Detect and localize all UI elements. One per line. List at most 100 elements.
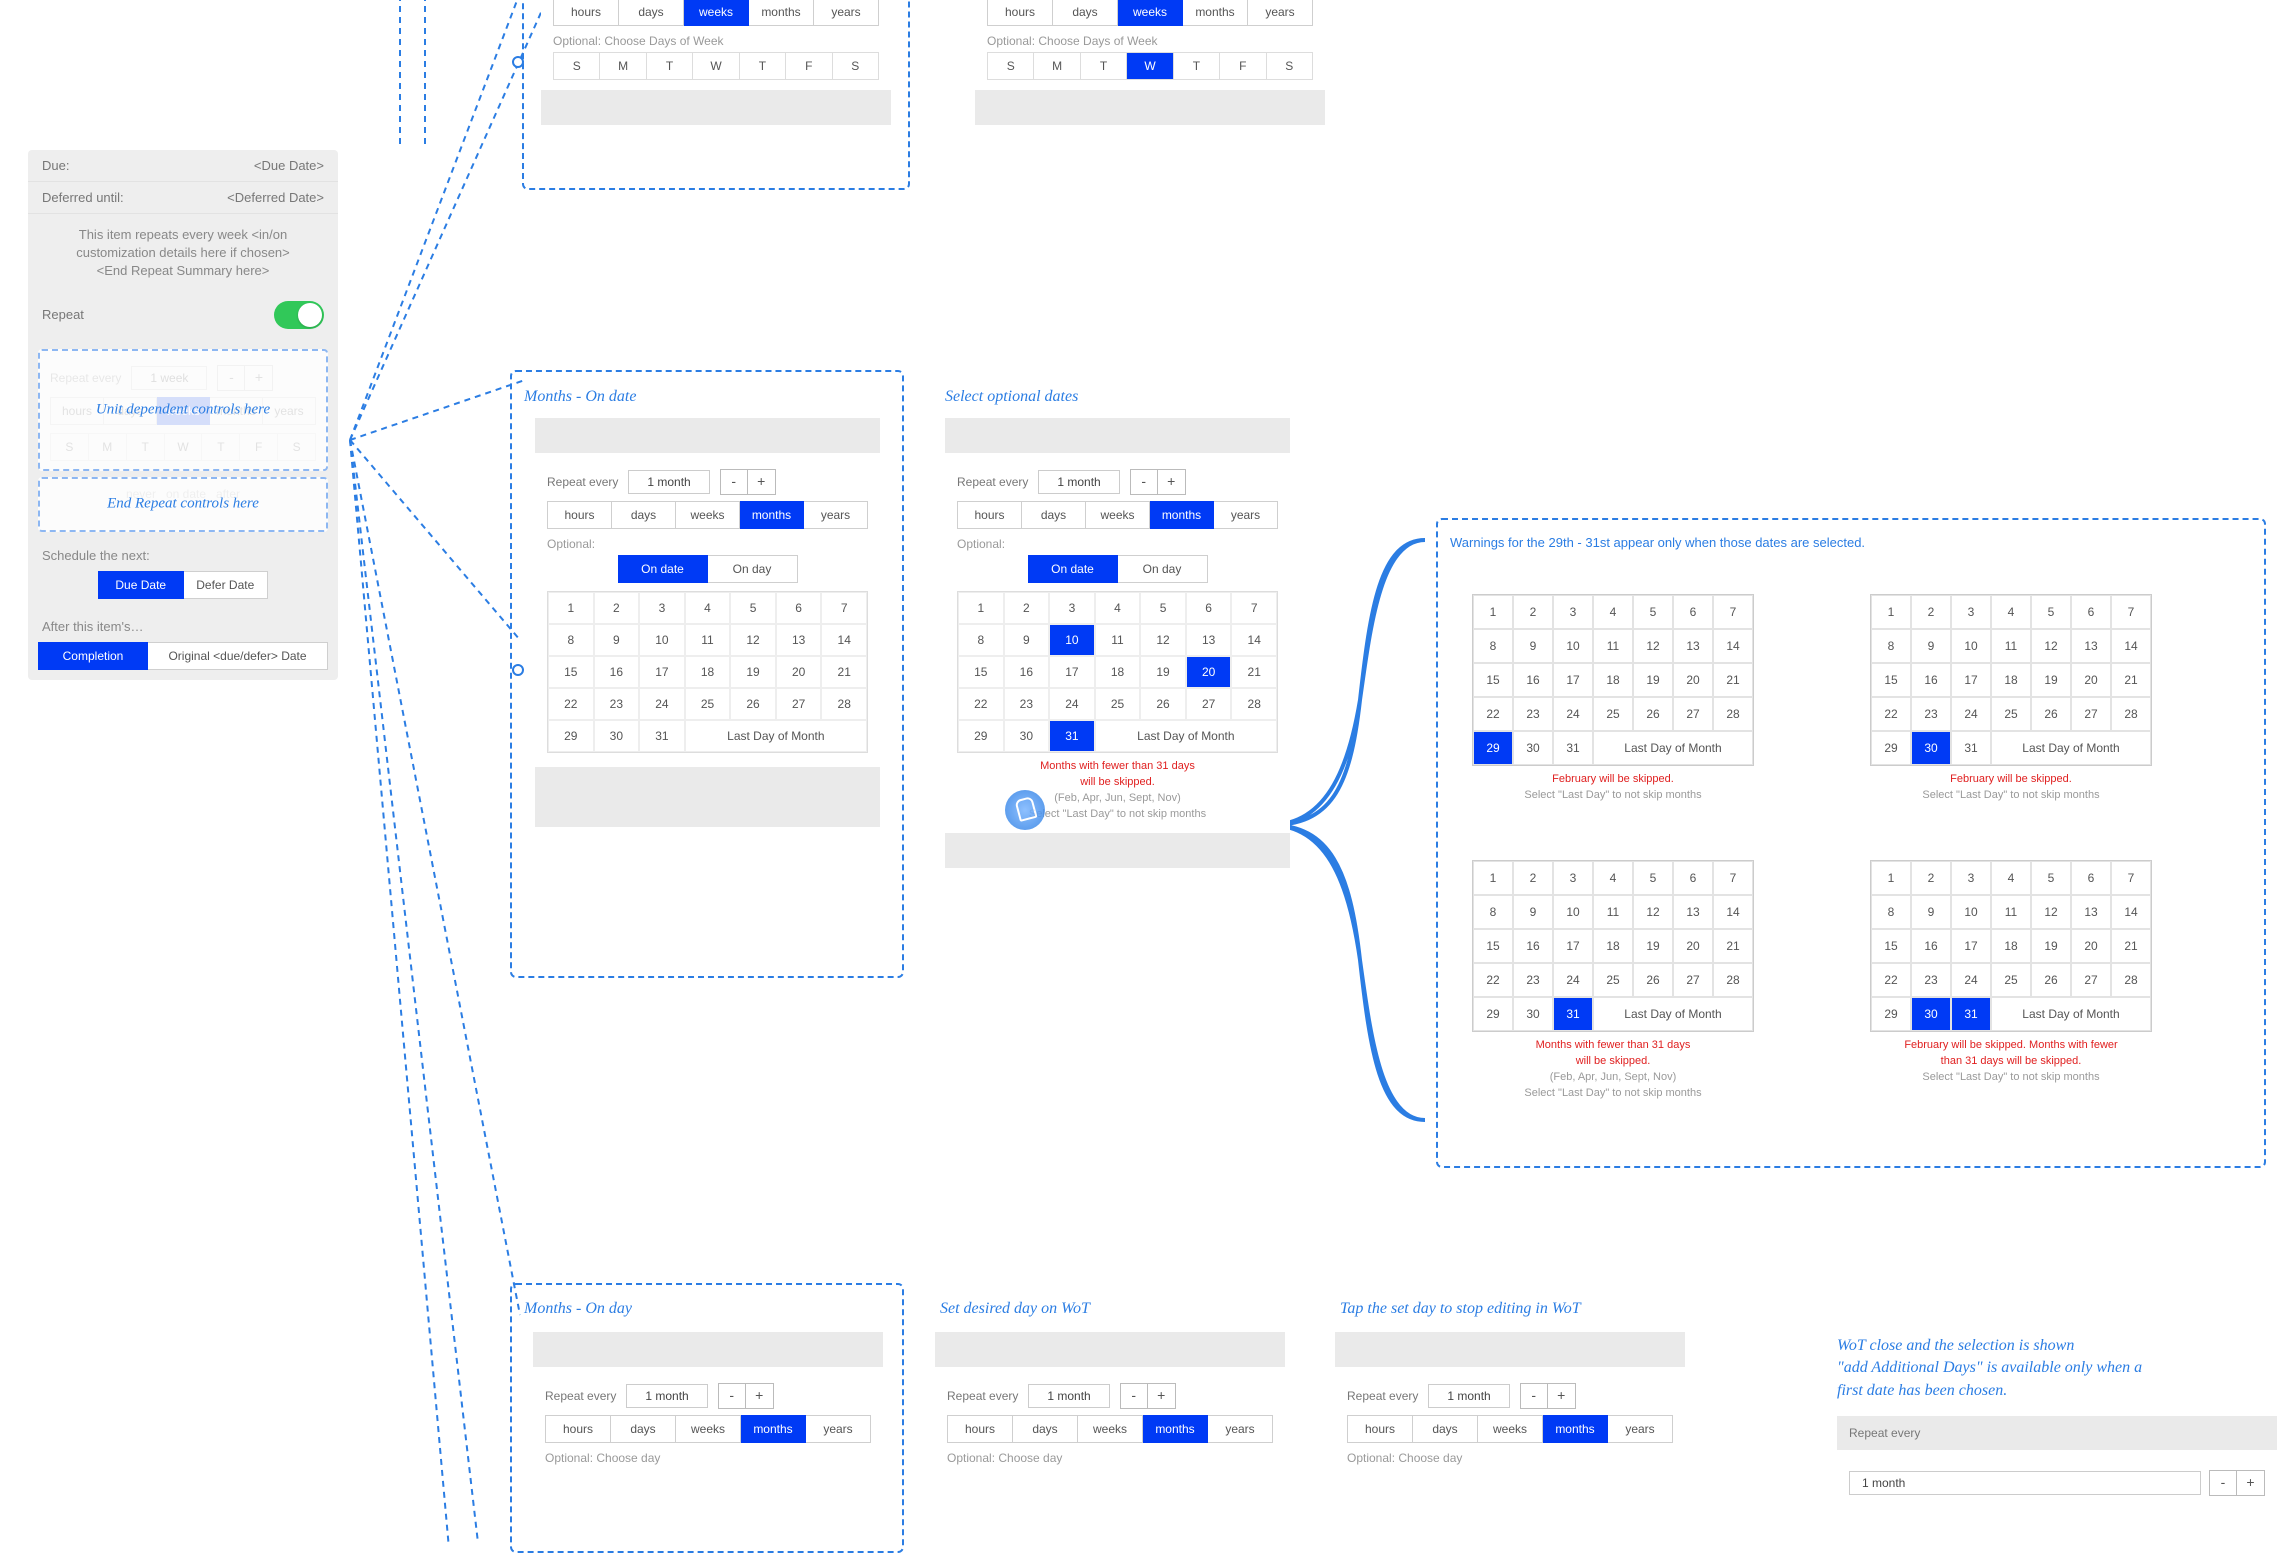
date-cell-12[interactable]: 12 (2031, 895, 2071, 929)
date-cell-7[interactable]: 7 (1713, 595, 1753, 629)
date-cell-6[interactable]: 6 (1673, 861, 1713, 895)
date-cell-20[interactable]: 20 (2071, 663, 2111, 697)
date-cell-8[interactable]: 8 (1871, 895, 1911, 929)
last-day-of-month[interactable]: Last Day of Month (1991, 731, 2151, 765)
date-cell-28[interactable]: 28 (1713, 963, 1753, 997)
unit-hours[interactable]: hours (1347, 1415, 1413, 1443)
due-date-button[interactable]: Due Date (98, 571, 184, 599)
date-cell-27[interactable]: 27 (1186, 688, 1232, 720)
date-cell-23[interactable]: 23 (1513, 963, 1553, 997)
repeat-value[interactable]: 1 month (1428, 1384, 1509, 1408)
date-cell-12[interactable]: 12 (1140, 624, 1186, 656)
date-cell-14[interactable]: 14 (2111, 629, 2151, 663)
repeat-value[interactable]: 1 month (1849, 1471, 2201, 1495)
plus-button[interactable]: + (1548, 1383, 1576, 1409)
date-cell-7[interactable]: 7 (1231, 592, 1277, 624)
date-cell-11[interactable]: 11 (1095, 624, 1141, 656)
date-cell-11[interactable]: 11 (1991, 629, 2031, 663)
repeat-toggle[interactable] (274, 301, 324, 329)
dow-s2[interactable]: S (1267, 52, 1313, 80)
completion-button[interactable]: Completion (38, 642, 148, 670)
last-day-of-month[interactable]: Last Day of Month (1991, 997, 2151, 1031)
date-cell-3[interactable]: 3 (1951, 595, 1991, 629)
defer-date-button[interactable]: Defer Date (184, 571, 269, 599)
date-cell-1[interactable]: 1 (1473, 595, 1513, 629)
date-cell-18[interactable]: 18 (1095, 656, 1141, 688)
on-day-button[interactable]: On day (1118, 555, 1208, 583)
date-cell-8[interactable]: 8 (1473, 629, 1513, 663)
date-cell-30[interactable]: 30 (1513, 997, 1553, 1031)
date-cell-2[interactable]: 2 (1513, 595, 1553, 629)
date-cell-12[interactable]: 12 (1633, 895, 1673, 929)
repeat-value[interactable]: 1 month (1038, 470, 1119, 494)
unit-weeks[interactable]: weeks (1086, 501, 1150, 529)
date-cell-23[interactable]: 23 (1911, 697, 1951, 731)
date-cell-9[interactable]: 9 (1513, 895, 1553, 929)
date-cell-23[interactable]: 23 (1004, 688, 1050, 720)
date-cell-20[interactable]: 20 (2071, 929, 2111, 963)
unit-days[interactable]: days (1013, 1415, 1078, 1443)
date-cell-29[interactable]: 29 (1473, 997, 1513, 1031)
minus-button[interactable]: - (1120, 1383, 1148, 1409)
date-cell-14[interactable]: 14 (1713, 629, 1753, 663)
date-cell-17[interactable]: 17 (1553, 663, 1593, 697)
unit-days[interactable]: days (1053, 0, 1118, 26)
date-cell-19[interactable]: 19 (1633, 663, 1673, 697)
date-cell-5[interactable]: 5 (2031, 595, 2071, 629)
date-cell-13[interactable]: 13 (1186, 624, 1232, 656)
date-cell-31[interactable]: 31 (1553, 997, 1593, 1031)
unit-months[interactable]: months (1183, 0, 1248, 26)
date-cell-26[interactable]: 26 (1633, 963, 1673, 997)
date-cell-11[interactable]: 11 (1991, 895, 2031, 929)
date-cell-5[interactable]: 5 (2031, 861, 2071, 895)
minus-button[interactable]: - (1130, 469, 1158, 495)
date-cell-21[interactable]: 21 (1231, 656, 1277, 688)
date-cell-5[interactable]: 5 (1633, 861, 1673, 895)
date-cell-22[interactable]: 22 (1473, 697, 1513, 731)
original-date-button[interactable]: Original <due/defer> Date (148, 642, 328, 670)
unit-months[interactable]: months (1143, 1415, 1208, 1443)
dow-w[interactable]: W (1127, 52, 1173, 80)
date-cell-4[interactable]: 4 (1593, 861, 1633, 895)
unit-months[interactable]: months (1150, 501, 1214, 529)
date-cell-4[interactable]: 4 (1991, 861, 2031, 895)
date-cell-30[interactable]: 30 (1004, 720, 1050, 752)
date-cell-13[interactable]: 13 (2071, 629, 2111, 663)
date-cell-16[interactable]: 16 (1513, 663, 1553, 697)
date-cell-3[interactable]: 3 (1951, 861, 1991, 895)
date-cell-7[interactable]: 7 (2111, 861, 2151, 895)
date-cell-18[interactable]: 18 (1593, 929, 1633, 963)
date-cell-19[interactable]: 19 (1140, 656, 1186, 688)
dow-m[interactable]: M (1034, 52, 1080, 80)
date-cell-25[interactable]: 25 (1593, 963, 1633, 997)
date-cell-16[interactable]: 16 (1513, 929, 1553, 963)
date-cell-20[interactable]: 20 (1186, 656, 1232, 688)
date-cell-9[interactable]: 9 (1004, 624, 1050, 656)
date-cell-24[interactable]: 24 (1951, 697, 1991, 731)
date-cell-29[interactable]: 29 (958, 720, 1004, 752)
date-cell-13[interactable]: 13 (2071, 895, 2111, 929)
date-cell-8[interactable]: 8 (1473, 895, 1513, 929)
last-day-of-month[interactable]: Last Day of Month (1593, 997, 1753, 1031)
date-cell-10[interactable]: 10 (1951, 629, 1991, 663)
date-cell-1[interactable]: 1 (1473, 861, 1513, 895)
unit-hours[interactable]: hours (987, 0, 1053, 26)
date-cell-1[interactable]: 1 (958, 592, 1004, 624)
date-cell-2[interactable]: 2 (1911, 861, 1951, 895)
date-cell-10[interactable]: 10 (1049, 624, 1095, 656)
date-cell-6[interactable]: 6 (2071, 595, 2111, 629)
date-cell-10[interactable]: 10 (1553, 895, 1593, 929)
date-cell-31[interactable]: 31 (1049, 720, 1095, 752)
dow-s[interactable]: S (987, 52, 1034, 80)
date-cell-29[interactable]: 29 (1871, 731, 1911, 765)
date-cell-20[interactable]: 20 (1673, 663, 1713, 697)
date-cell-29[interactable]: 29 (1871, 997, 1911, 1031)
date-cell-18[interactable]: 18 (1991, 929, 2031, 963)
unit-months[interactable]: months (1543, 1415, 1608, 1443)
date-cell-13[interactable]: 13 (1673, 629, 1713, 663)
date-cell-26[interactable]: 26 (1140, 688, 1186, 720)
date-cell-12[interactable]: 12 (2031, 629, 2071, 663)
unit-weeks[interactable]: weeks (1078, 1415, 1143, 1443)
unit-hours[interactable]: hours (957, 501, 1022, 529)
date-cell-15[interactable]: 15 (1473, 663, 1513, 697)
